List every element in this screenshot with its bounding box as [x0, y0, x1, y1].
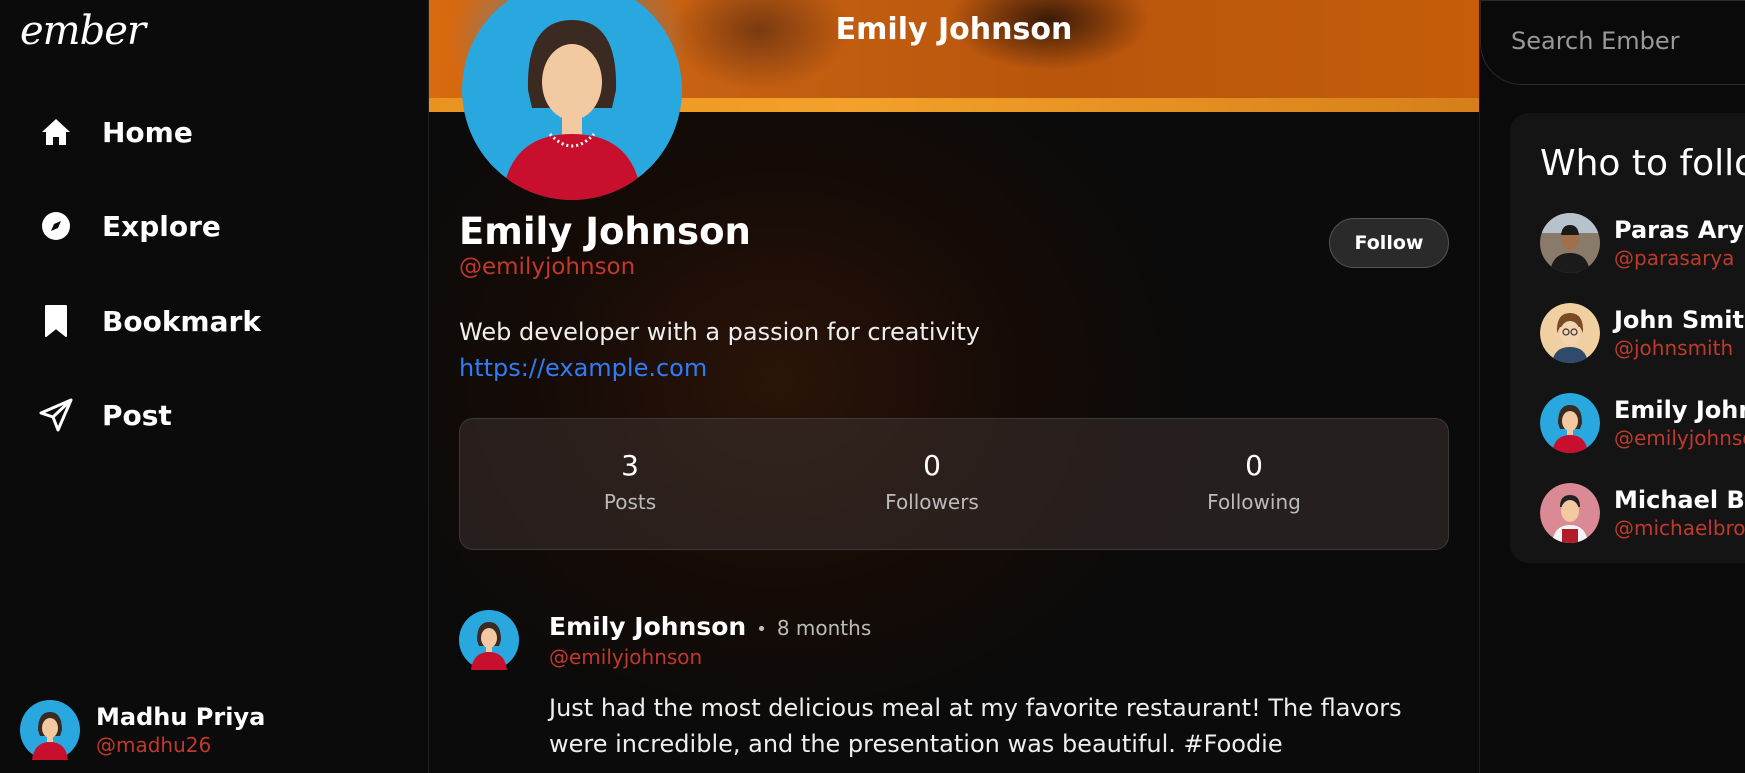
who-to-follow-title: Who to follow: [1540, 143, 1745, 184]
avatar[interactable]: [459, 610, 519, 670]
nav-item-post[interactable]: Post: [36, 385, 172, 445]
suggestion-name: John Smith: [1614, 306, 1745, 334]
post-author[interactable]: Emily Johnson: [549, 612, 746, 641]
right-sidebar: Who to follow Paras Arya @parasarya: [1479, 0, 1745, 773]
stat-label: Posts: [603, 490, 657, 514]
nav-item-bookmark[interactable]: Bookmark: [36, 291, 261, 351]
profile-link[interactable]: https://example.com: [459, 354, 707, 382]
suggestion-name: Paras Arya: [1614, 216, 1745, 244]
profile-stats: 3 Posts 0 Followers 0 Following: [459, 418, 1449, 550]
profile-main: Emily Johnson Emily Johnson @emilyjohnso…: [429, 0, 1479, 773]
stat-value: 0: [923, 449, 941, 482]
profile-bio: Web developer with a passion for creativ…: [459, 318, 980, 346]
stat-value: 0: [1245, 449, 1263, 482]
suggestion-name: Emily Johnson: [1614, 396, 1745, 424]
avatar: [1540, 483, 1600, 543]
post-handle[interactable]: @emilyjohnson: [549, 645, 702, 669]
ember-logo[interactable]: ember: [20, 8, 146, 54]
suggestion-item[interactable]: Paras Arya @parasarya: [1540, 213, 1745, 273]
suggestion-item[interactable]: Emily Johnson @emilyjohnson: [1540, 393, 1745, 453]
profile-handle: @emilyjohnson: [459, 254, 636, 280]
nav-item-home[interactable]: Home: [36, 102, 193, 162]
current-user-handle: @madhu26: [96, 733, 212, 757]
stat-label: Followers: [885, 490, 979, 514]
stat-label: Following: [1207, 490, 1301, 514]
left-sidebar: ember Home Explore Bookmark Post Madhu P…: [0, 0, 429, 773]
suggestion-item[interactable]: John Smith @johnsmith: [1540, 303, 1745, 363]
current-user-card[interactable]: Madhu Priya @madhu26: [20, 700, 265, 760]
stat-followers[interactable]: 0 Followers: [832, 449, 1032, 514]
header-title: Emily Johnson: [835, 12, 1073, 47]
separator-dot: •: [756, 619, 767, 640]
nav-label: Post: [102, 398, 172, 432]
who-to-follow-panel: Who to follow Paras Arya @parasarya: [1510, 113, 1745, 563]
follow-button[interactable]: Follow: [1329, 218, 1449, 268]
avatar: [1540, 303, 1600, 363]
compass-icon: [36, 206, 76, 246]
nav-item-explore[interactable]: Explore: [36, 196, 221, 256]
send-icon: [36, 395, 76, 435]
avatar: [1540, 393, 1600, 453]
avatar: [20, 700, 80, 760]
post-time: 8 months: [776, 616, 872, 640]
stat-following[interactable]: 0 Following: [1154, 449, 1354, 514]
suggestion-handle: @parasarya: [1614, 246, 1735, 270]
search-box[interactable]: [1480, 0, 1745, 85]
suggestion-handle: @emilyjohnson: [1614, 426, 1745, 450]
nav-label: Home: [102, 115, 193, 149]
suggestion-name: Michael Brown: [1614, 486, 1745, 514]
search-input[interactable]: [1511, 23, 1745, 59]
suggestion-handle: @michaelbrown: [1614, 516, 1745, 540]
nav-label: Bookmark: [102, 304, 261, 338]
suggestion-item[interactable]: Michael Brown @michaelbrown: [1540, 483, 1745, 543]
current-user-name: Madhu Priya: [96, 703, 266, 731]
profile-name: Emily Johnson: [459, 210, 751, 253]
bookmark-icon: [36, 301, 76, 341]
home-icon: [36, 112, 76, 152]
suggestion-handle: @johnsmith: [1614, 336, 1734, 360]
stat-value: 3: [621, 449, 639, 482]
stat-posts[interactable]: 3 Posts: [530, 449, 730, 514]
avatar: [1540, 213, 1600, 273]
nav-label: Explore: [102, 209, 221, 243]
post-text: Just had the most delicious meal at my f…: [549, 694, 1402, 758]
